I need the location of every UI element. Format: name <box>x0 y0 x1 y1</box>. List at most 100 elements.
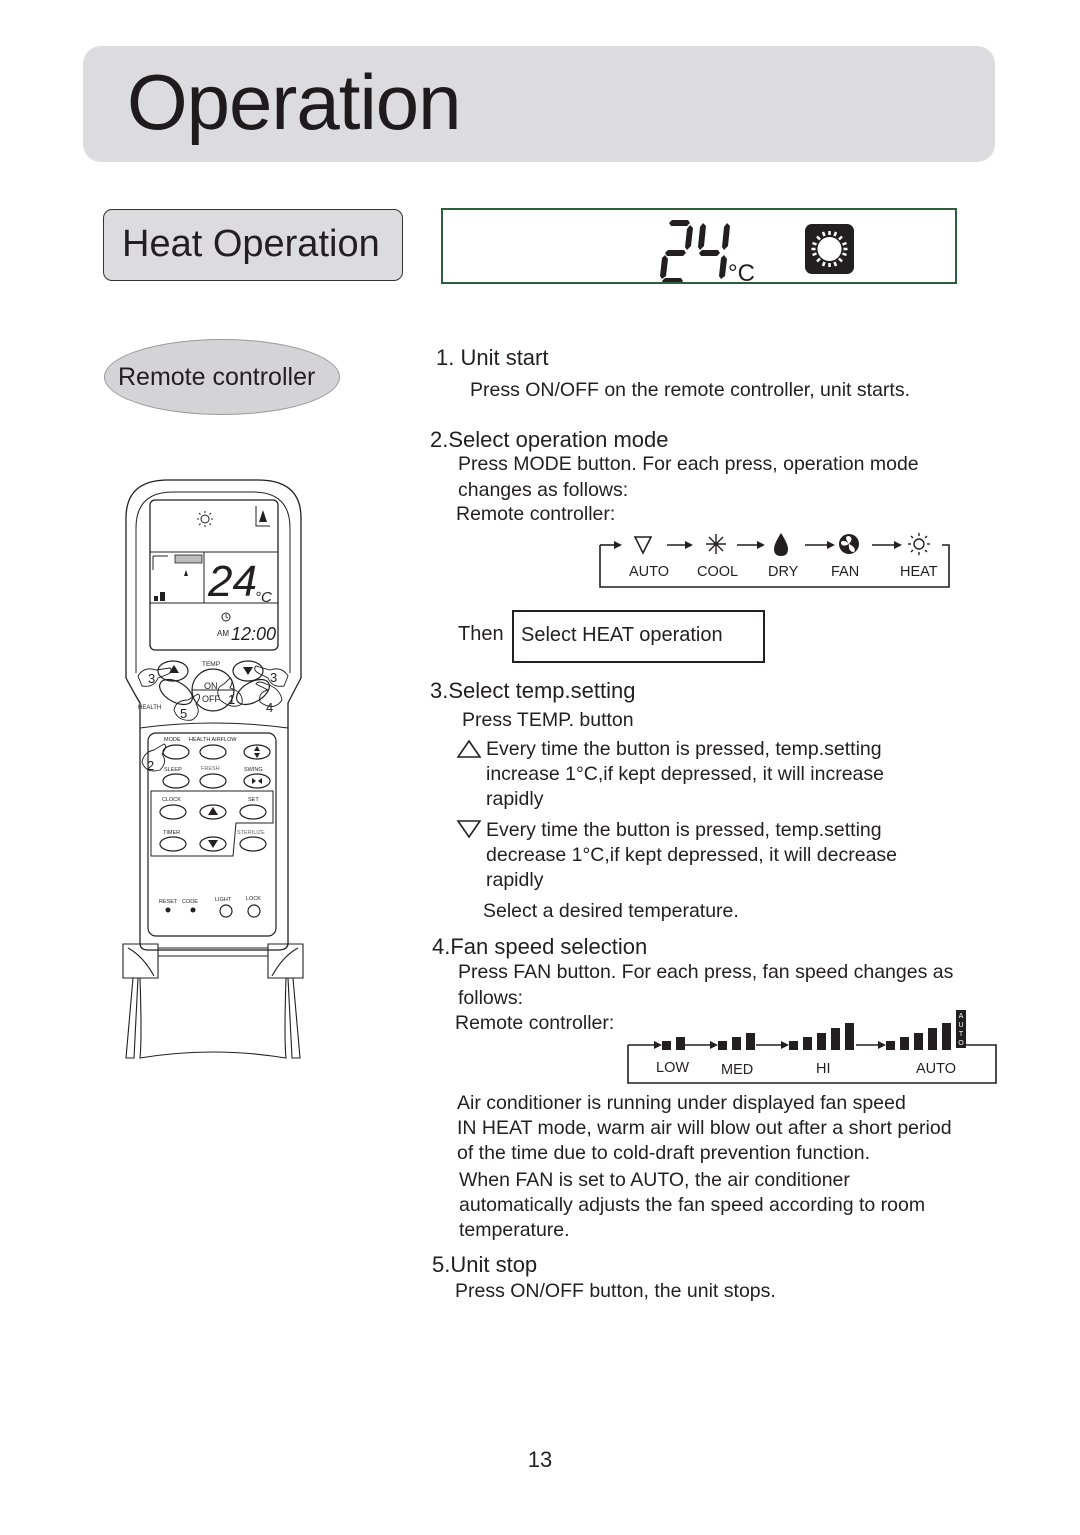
fan-speed-bar <box>831 1028 840 1050</box>
sterilize-button[interactable] <box>239 836 267 852</box>
fresh-button[interactable] <box>199 773 227 789</box>
timer-label: TIMER <box>163 830 180 836</box>
step-3-heading: 3.Select temp.setting <box>430 678 636 703</box>
fan-speed-bar <box>718 1041 727 1050</box>
remote-controller-label-text: Remote controller <box>118 363 316 391</box>
mode-label-cool: COOL <box>697 564 739 580</box>
mode-label-fan: FAN <box>831 564 860 580</box>
step-1-text: Press ON/OFF on the remote controller, u… <box>470 379 910 401</box>
remote-controller-label: Remote controller <box>104 339 340 415</box>
down-text-1: Every time the button is pressed, temp.s… <box>486 819 882 841</box>
fan-note-3: of the time due to cold-draft prevention… <box>457 1142 870 1164</box>
fan-note-6: temperature. <box>459 1219 570 1241</box>
step-5-text: Press ON/OFF button, the unit stops. <box>455 1280 776 1302</box>
mode-label-auto: AUTO <box>629 564 670 580</box>
down-text-2: decrease 1°C,if kept depressed, it will … <box>486 844 898 866</box>
step-2-heading: 2.Select operation mode <box>430 427 669 452</box>
step-4-text-2: follows: <box>458 987 524 1009</box>
set-label: SET <box>248 797 259 803</box>
fan-note-4: When FAN is set to AUTO, the air conditi… <box>459 1169 850 1191</box>
svg-text:T: T <box>959 1031 964 1038</box>
down-text-3: rapidly <box>486 869 544 891</box>
code-hole[interactable] <box>190 907 196 913</box>
lcd-display-panel: °C <box>441 208 957 284</box>
up-text-1: Every time the button is pressed, temp.s… <box>486 738 882 760</box>
heat-mode-icon <box>805 224 854 274</box>
fan-speed-bar <box>817 1033 826 1050</box>
on-label: ON <box>204 681 218 691</box>
fan-icon <box>839 534 859 554</box>
fan-speed-bar <box>845 1023 854 1050</box>
svg-text:O: O <box>958 1040 964 1047</box>
fan-speed-bar <box>928 1028 937 1050</box>
fan-label-low: LOW <box>656 1060 690 1076</box>
remote-clock: 12:00 <box>231 624 276 644</box>
step-3-footer: Select a desired temperature. <box>483 900 739 922</box>
off-label: OFF <box>202 694 220 704</box>
fan-note-2: IN HEAT mode, warm air will blow out aft… <box>457 1117 952 1139</box>
step-3-text: Press TEMP. button <box>462 709 634 731</box>
timer-button[interactable] <box>159 836 187 852</box>
clock-label: CLOCK <box>162 797 181 803</box>
page-number: 13 <box>527 1447 553 1472</box>
fan-note-5: automatically adjusts the fan speed acco… <box>459 1194 926 1216</box>
health-label: HEALTH <box>138 705 161 711</box>
lcd-digit-4 <box>698 223 730 279</box>
health-airflow-label: HEALTH AIRFLOW <box>189 737 237 743</box>
clock-button[interactable] <box>159 804 187 820</box>
lock-label: LOCK <box>246 896 261 902</box>
up-text-2: increase 1°C,if kept depressed, it will … <box>486 763 884 785</box>
sleep-button[interactable] <box>162 773 190 789</box>
remote-lcd-temp: 24 <box>207 557 257 606</box>
step-2-text-2: changes as follows: <box>458 479 629 501</box>
sleep-label: SLEEP <box>164 767 182 773</box>
sterilize-label: STERILIZE <box>237 830 265 836</box>
down-triangle-icon <box>456 819 482 844</box>
light-label: LIGHT <box>215 897 232 903</box>
remote-lcd-unit: °C <box>255 589 272 606</box>
then-label: Then <box>458 623 504 645</box>
fan-note-1: Air conditioner is running under display… <box>457 1092 906 1114</box>
remote-sun-icon <box>197 511 213 527</box>
section-tab: Heat Operation <box>103 209 403 281</box>
step-2-sublabel: Remote controller: <box>456 503 616 525</box>
light-button[interactable] <box>219 904 233 918</box>
step-2-text-1: Press MODE button. For each press, opera… <box>458 453 919 475</box>
remote-body: 24 °C AM 12:00 TEMP ON OFF HEALTH 3 3 1 … <box>122 479 304 1059</box>
fan-speed-bar <box>732 1037 741 1050</box>
remote-ampm: AM <box>217 629 229 638</box>
fan-speed-bar <box>789 1041 798 1050</box>
temp-label: TEMP <box>202 661 220 668</box>
svg-text:4: 4 <box>266 700 273 715</box>
section-title: Heat Operation <box>122 223 380 265</box>
health-airflow-button[interactable] <box>199 744 227 760</box>
fan-speed-bar <box>886 1041 895 1050</box>
lcd-unit: °C <box>728 260 755 282</box>
mode-label-heat: HEAT <box>900 564 938 580</box>
page-title: Operation <box>127 58 462 146</box>
fan-speed-bar <box>942 1023 951 1050</box>
lcd-digit-2 <box>660 220 693 282</box>
remote-controller-illustration: 24 °C AM 12:00 TEMP ON OFF HEALTH 3 3 1 … <box>118 478 313 1068</box>
mode-button[interactable] <box>162 744 190 760</box>
then-box-text: Select HEAT operation <box>521 624 723 646</box>
svg-text:U: U <box>958 1022 963 1029</box>
mode-label-dry: DRY <box>768 564 799 580</box>
fan-speed-bar <box>803 1037 812 1050</box>
fan-speed-bar <box>900 1037 909 1050</box>
reset-label: RESET <box>159 899 178 905</box>
water-drop-icon <box>774 533 788 556</box>
reset-hole[interactable] <box>165 907 171 913</box>
mode-cycle-arrows <box>599 533 950 588</box>
swing-button[interactable] <box>243 773 271 789</box>
fan-cycle-diagram: A U T O LOW MED HI AUTO <box>626 1010 998 1085</box>
set-button[interactable] <box>239 804 267 820</box>
step-1-heading: 1. Unit start <box>436 345 549 370</box>
up-triangle-icon <box>456 739 482 764</box>
remote-holder <box>122 943 304 1059</box>
fan-label-auto: AUTO <box>916 1061 957 1077</box>
lock-button[interactable] <box>247 904 261 918</box>
lcd-digits: °C <box>660 220 854 282</box>
mode-cycle-diagram: AUTO COOL DRY FAN HEAT <box>597 528 953 590</box>
sun-icon <box>908 533 930 555</box>
